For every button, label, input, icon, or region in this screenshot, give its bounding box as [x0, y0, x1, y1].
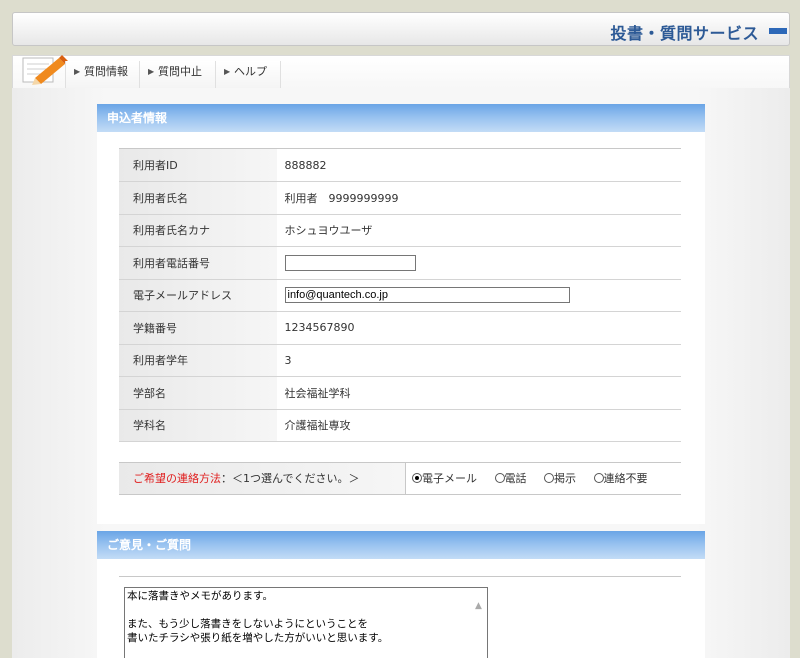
arrow-right-icon: ▶ — [148, 67, 155, 76]
contact-option-none[interactable]: 連絡不要 — [593, 463, 648, 494]
comment-textarea[interactable]: 本に落書きやメモがあります。 また、もう少し落書きをしないようにということを 書… — [124, 587, 488, 658]
table-row: 電子メールアドレス — [119, 279, 681, 312]
tab-question-info[interactable]: ▶ 質問情報 — [65, 61, 139, 89]
contact-method-options: 電子メール 電話 掲示 連絡不要 — [405, 463, 662, 494]
student-number-value: 1234567890 — [277, 311, 681, 345]
comments-panel: ご意見・ご質問 本に落書きやメモがあります。 また、もう少し落書きをしないように… — [97, 531, 705, 658]
contact-option-phone[interactable]: 電話 — [494, 463, 527, 494]
tab-strip: ▶ 質問情報 ▶ 質問中止 ▶ ヘルプ — [12, 55, 790, 89]
arrow-right-icon: ▶ — [224, 67, 231, 76]
tab-label: 質問中止 — [158, 65, 202, 78]
service-title: 投書・質問サービス — [610, 24, 759, 43]
row-label: 利用者ID — [119, 149, 278, 182]
phone-input[interactable] — [284, 254, 416, 271]
radio-button[interactable] — [544, 473, 554, 483]
contact-method-row: ご希望の連絡方法：＜1つ選んでください。＞ 電子メール 電話 掲示 連絡不要 — [119, 462, 681, 495]
row-label: 学科名 — [119, 409, 278, 442]
phone-cell — [277, 246, 681, 280]
contact-method-label-note: ：＜1つ選んでください。＞ — [221, 472, 360, 485]
option-label: 連絡不要 — [603, 472, 648, 485]
option-label: 掲示 — [554, 472, 576, 485]
row-label: 利用者学年 — [119, 344, 278, 377]
row-label: 学籍番号 — [119, 311, 278, 345]
contact-option-email[interactable]: 電子メール — [412, 463, 477, 494]
tab-help[interactable]: ▶ ヘルプ — [215, 61, 281, 89]
faculty-value: 社会福祉学科 — [277, 376, 681, 410]
option-label: 電話 — [504, 472, 527, 485]
option-label: 電子メール — [422, 472, 477, 485]
tab-label: ヘルプ — [234, 65, 267, 78]
user-name-value: 利用者 9999999999 — [277, 181, 681, 215]
table-row: 利用者ID 888882 — [119, 149, 681, 182]
pencil-memo-icon — [22, 55, 68, 85]
row-label: 電子メールアドレス — [119, 279, 278, 312]
applicant-info-table: 利用者ID 888882 利用者氏名 利用者 9999999999 利用者氏名カ… — [119, 149, 681, 442]
tab-question-cancel[interactable]: ▶ 質問中止 — [139, 61, 215, 89]
row-label: 利用者電話番号 — [119, 246, 278, 280]
app-header: 投書・質問サービス — [12, 12, 790, 46]
header-accent-bar — [769, 28, 787, 34]
table-row: 利用者氏名カナ ホシュヨウユーザ — [119, 214, 681, 247]
radio-button[interactable] — [412, 473, 422, 483]
radio-button[interactable] — [593, 473, 604, 483]
scroll-up-icon[interactable]: ▲ — [475, 601, 482, 611]
divider — [119, 576, 681, 577]
contact-option-board[interactable]: 掲示 — [544, 463, 576, 494]
contact-method-label-emphasis: ご希望の連絡方法 — [133, 472, 221, 485]
applicant-panel: 申込者情報 利用者ID 888882 利用者氏名 利用者 9999999999 … — [97, 104, 705, 524]
row-label: 学部名 — [119, 376, 278, 410]
email-cell — [277, 279, 681, 312]
applicant-section-heading: 申込者情報 — [97, 104, 705, 132]
email-input[interactable] — [284, 287, 570, 304]
radio-button[interactable] — [494, 473, 505, 483]
comments-section-heading: ご意見・ご質問 — [97, 531, 705, 559]
row-label: 利用者氏名カナ — [119, 214, 278, 247]
table-row: 利用者学年 3 — [119, 344, 681, 377]
user-kana-value: ホシュヨウユーザ — [277, 214, 681, 247]
user-id-value: 888882 — [277, 149, 681, 182]
department-value: 介護福祉専攻 — [277, 409, 681, 442]
table-row: 学科名 介護福祉専攻 — [119, 409, 681, 442]
contact-method-label: ご希望の連絡方法：＜1つ選んでください。＞ — [119, 463, 405, 494]
grade-value: 3 — [277, 344, 681, 377]
table-row: 利用者氏名 利用者 9999999999 — [119, 181, 681, 215]
arrow-right-icon: ▶ — [74, 67, 81, 76]
table-row: 学部名 社会福祉学科 — [119, 376, 681, 410]
table-row: 学籍番号 1234567890 — [119, 311, 681, 345]
row-label: 利用者氏名 — [119, 181, 278, 215]
tab-label: 質問情報 — [84, 65, 128, 78]
table-row: 利用者電話番号 — [119, 246, 681, 280]
